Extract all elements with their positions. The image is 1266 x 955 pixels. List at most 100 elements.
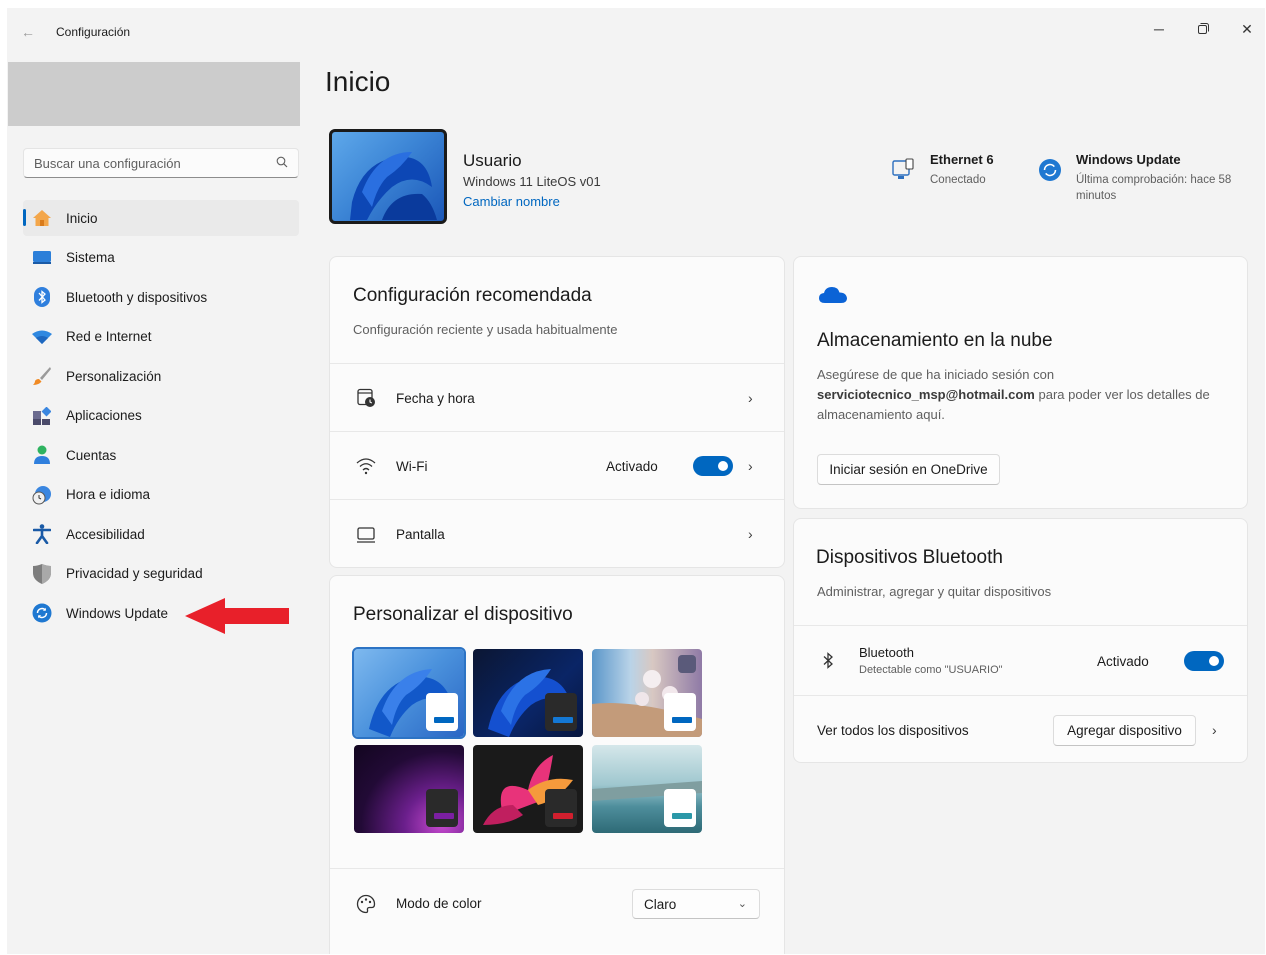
calendar-clock-icon <box>357 388 375 407</box>
sidebar-item-bluetooth[interactable]: Bluetooth y dispositivos <box>23 279 299 315</box>
search-box[interactable] <box>23 148 299 178</box>
personalize-card: Personalizar el dispositivo Modo de colo… <box>329 575 785 954</box>
row-label: Modo de color <box>396 896 482 911</box>
cloud-body-pre: Asegúrese de que ha iniciado sesión con <box>817 367 1055 382</box>
row-label: Wi-Fi <box>396 459 428 474</box>
chevron-right-icon: › <box>748 458 753 474</box>
theme-badge-icon <box>426 789 458 827</box>
maximize-button[interactable] <box>1183 14 1223 44</box>
search-icon[interactable] <box>276 156 288 168</box>
sidebar-item-hora-idioma[interactable]: Hora e idioma <box>23 477 299 513</box>
update-icon <box>1039 159 1061 181</box>
personalize-title: Personalizar el dispositivo <box>353 604 573 625</box>
row-wifi[interactable]: Wi-Fi Activado › <box>330 431 784 499</box>
bluetooth-card: Dispositivos Bluetooth Administrar, agre… <box>793 518 1248 763</box>
cloud-email: serviciotecnico_msp@hotmail.com <box>817 387 1035 402</box>
page-title: Inicio <box>325 66 391 97</box>
row-view-all-devices[interactable]: Ver todos los dispositivos Agregar dispo… <box>794 695 1247 762</box>
wallpaper-option-3[interactable] <box>592 649 702 737</box>
annotation-arrow-icon <box>185 598 289 634</box>
sidebar-nav: Inicio Sistema Bluetooth y dispositivos … <box>23 200 299 635</box>
cloud-title: Almacenamiento en la nube <box>817 330 1053 351</box>
bluetooth-title: Dispositivos Bluetooth <box>816 547 1003 568</box>
wallpaper-option-5[interactable] <box>473 745 583 833</box>
sidebar-item-label: Aplicaciones <box>66 408 142 423</box>
brush-icon <box>32 366 52 386</box>
row-pantalla[interactable]: Pantalla › <box>330 499 784 567</box>
sidebar-item-label: Red e Internet <box>66 329 152 344</box>
back-button[interactable]: ← <box>21 24 41 40</box>
sidebar-item-label: Sistema <box>66 250 115 265</box>
device-os: Windows 11 LiteOS v01 <box>463 174 601 189</box>
wallpaper-bloom-icon <box>350 152 437 220</box>
wifi-status: Activado <box>606 459 658 474</box>
sidebar-item-sistema[interactable]: Sistema <box>23 240 299 276</box>
slideshow-icon <box>678 655 696 673</box>
title-bar: ← Configuración ─ ✕ <box>7 8 1265 56</box>
wifi-icon <box>32 327 52 347</box>
wallpaper-option-1[interactable] <box>352 647 466 739</box>
recommended-title: Configuración recomendada <box>353 285 592 306</box>
display-icon <box>357 527 375 543</box>
sidebar-item-privacidad[interactable]: Privacidad y seguridad <box>23 556 299 592</box>
row-color-mode: Modo de color Claro ⌄ <box>330 868 784 938</box>
recommended-card: Configuración recomendada Configuración … <box>329 256 785 568</box>
cloud-storage-card: Almacenamiento en la nube Asegúrese de q… <box>793 256 1248 509</box>
clock-globe-icon <box>32 485 52 505</box>
minimize-button[interactable]: ─ <box>1139 14 1179 44</box>
search-input[interactable] <box>34 154 264 172</box>
ethernet-status: Conectado <box>930 174 986 186</box>
theme-badge-icon <box>426 693 458 731</box>
color-mode-dropdown[interactable]: Claro ⌄ <box>632 889 760 919</box>
restore-icon <box>1197 23 1209 34</box>
chevron-right-icon: › <box>748 526 753 542</box>
sidebar-item-personalizacion[interactable]: Personalización <box>23 358 299 394</box>
sidebar-item-label: Privacidad y seguridad <box>66 566 203 581</box>
ethernet-icon <box>892 158 914 179</box>
recommended-subtitle: Configuración reciente y usada habitualm… <box>353 322 618 337</box>
sidebar-item-label: Cuentas <box>66 447 117 463</box>
user-name: Usuario <box>463 151 522 170</box>
sidebar-item-aplicaciones[interactable]: Aplicaciones <box>23 398 299 434</box>
wifi-icon <box>356 458 376 475</box>
shield-icon <box>32 563 52 584</box>
sidebar-item-label: Inicio <box>66 210 98 226</box>
wallpaper-option-2[interactable] <box>473 649 583 737</box>
sidebar-item-red[interactable]: Red e Internet <box>23 319 299 355</box>
monitor-icon <box>32 248 52 268</box>
update-status: Última comprobación: hace 58 minutos <box>1076 174 1232 202</box>
row-fecha-hora[interactable]: Fecha y hora › <box>330 363 784 431</box>
sidebar-item-label: Hora e idioma <box>66 487 151 502</box>
accessibility-icon <box>32 524 52 544</box>
person-icon <box>32 445 52 465</box>
bluetooth-icon <box>823 652 833 669</box>
ethernet-title: Ethernet 6 <box>930 152 994 167</box>
onedrive-signin-button[interactable]: Iniciar sesión en OneDrive <box>817 454 1000 485</box>
wifi-toggle[interactable] <box>693 456 733 476</box>
update-icon <box>32 603 52 623</box>
wallpaper-option-6[interactable] <box>592 745 702 833</box>
bluetooth-status: Activado <box>1097 654 1149 669</box>
chevron-right-icon: › <box>748 390 753 406</box>
sidebar-item-label: Personalización <box>66 368 162 384</box>
sidebar-item-label: Accesibilidad <box>66 526 145 542</box>
bluetooth-subtitle: Administrar, agregar y quitar dispositiv… <box>817 584 1052 599</box>
home-icon <box>32 208 52 228</box>
row-label: Fecha y hora <box>396 391 475 406</box>
add-device-button[interactable]: Agregar dispositivo <box>1053 715 1196 746</box>
wallpaper-option-4[interactable] <box>354 745 464 833</box>
account-banner[interactable] <box>8 62 300 126</box>
sidebar-item-inicio[interactable]: Inicio <box>23 200 299 236</box>
close-button[interactable]: ✕ <box>1227 14 1265 44</box>
apps-icon <box>32 406 52 426</box>
sidebar-item-cuentas[interactable]: Cuentas <box>23 437 299 473</box>
update-title: Windows Update <box>1076 152 1181 167</box>
theme-badge-icon <box>545 693 577 731</box>
user-device-thumbnail[interactable] <box>329 129 447 224</box>
bluetooth-toggle[interactable] <box>1184 651 1224 671</box>
sidebar-item-accesibilidad[interactable]: Accesibilidad <box>23 516 299 552</box>
chevron-down-icon: ⌄ <box>737 898 747 910</box>
rename-link[interactable]: Cambiar nombre <box>463 194 560 209</box>
onedrive-cloud-icon <box>819 287 847 303</box>
theme-badge-icon <box>664 789 696 827</box>
